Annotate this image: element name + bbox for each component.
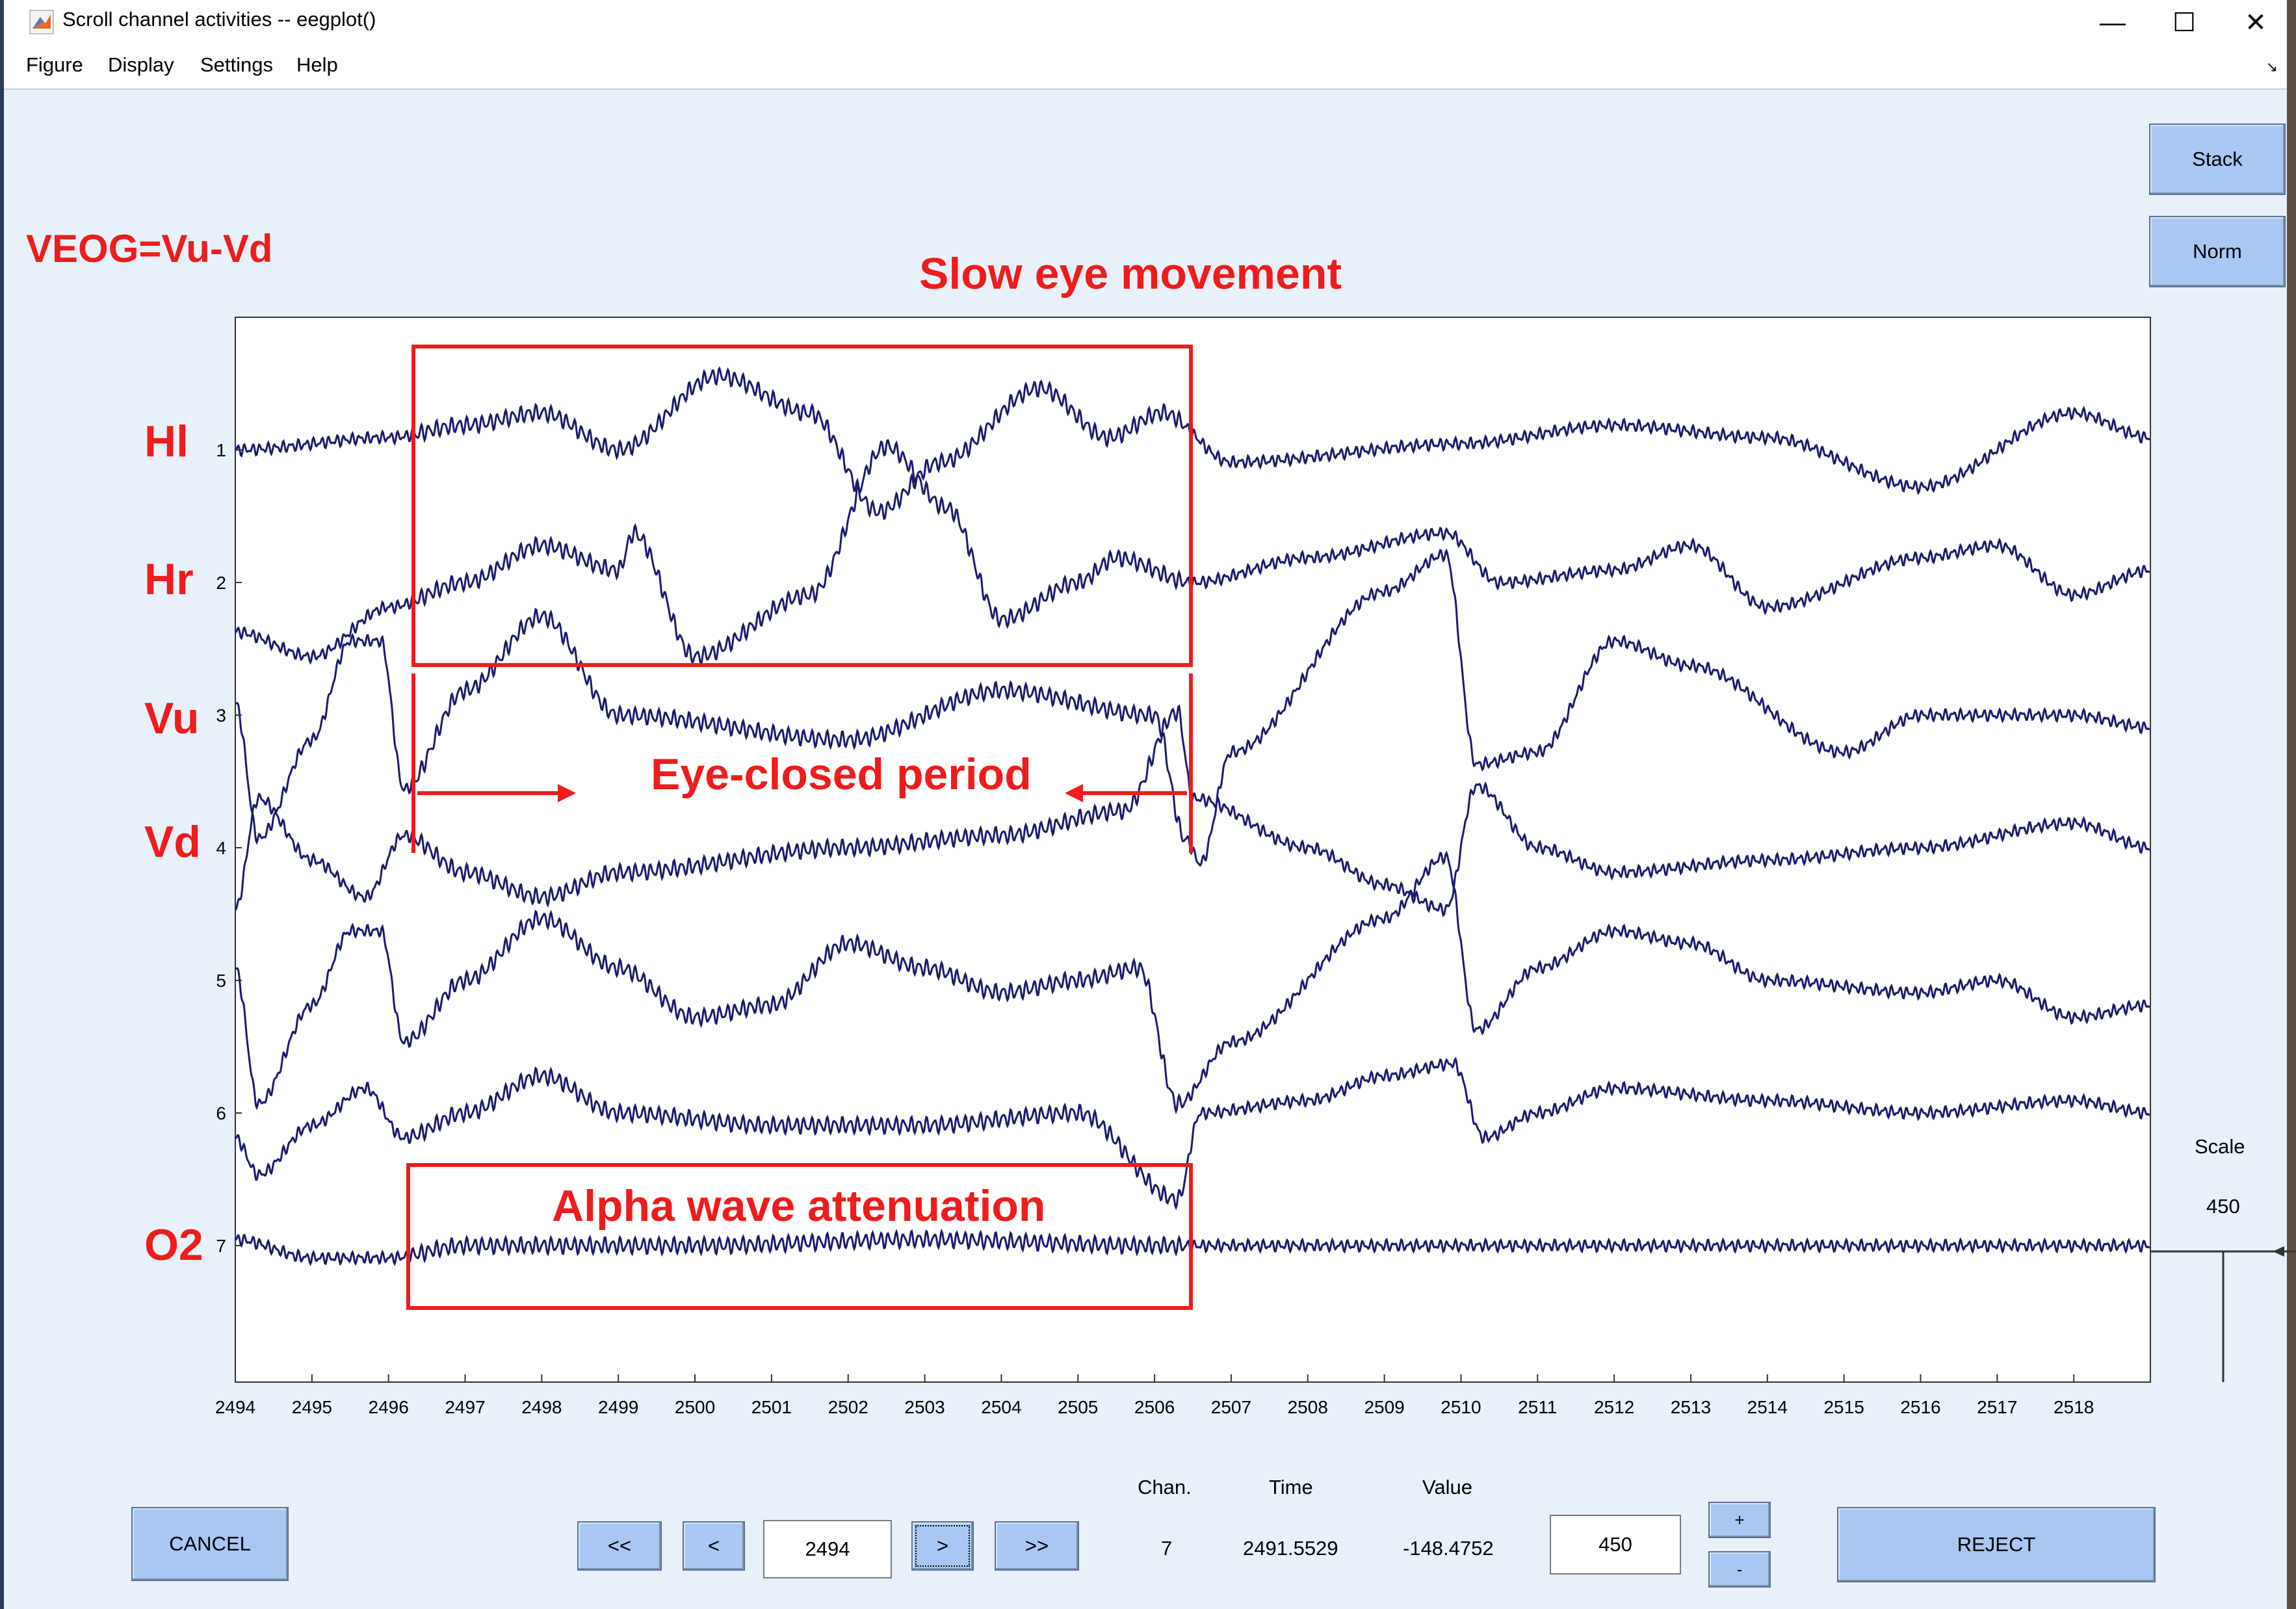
channel-number-label: 6 (216, 1103, 226, 1123)
channel-number-label: 2 (216, 573, 226, 593)
alpha-annotation: Alpha wave attenuation (552, 1181, 1046, 1231)
x-tick-label: 2496 (369, 1397, 409, 1417)
eegplot-window: Scroll channel activities -- eegplot() —… (0, 0, 2296, 1609)
x-tick-label: 2494 (215, 1397, 255, 1417)
minimize-button[interactable]: — (2078, 0, 2148, 46)
x-tick-label: 2510 (1441, 1397, 1481, 1417)
eye-closed-annotation: Eye-closed period (651, 750, 1032, 799)
value-value: -148.4752 (1403, 1537, 1494, 1560)
channel-name-hr: Hr (144, 555, 194, 604)
channel-name-vd: Vd (144, 817, 201, 867)
chan-header: Chan. (1138, 1476, 1192, 1498)
slow-eye-box (411, 345, 1193, 667)
time-header: Time (1269, 1476, 1313, 1498)
channel-number-label: 5 (216, 971, 226, 991)
x-tick-label: 2505 (1058, 1397, 1098, 1417)
right-arrow-head-icon (558, 784, 576, 802)
channel-name-vu: Vu (144, 694, 200, 743)
x-tick-label: 2513 (1671, 1397, 1711, 1417)
scale-label: Scale (2195, 1135, 2245, 1158)
menu-help[interactable]: Help (296, 53, 338, 77)
x-tick-label: 2495 (292, 1397, 332, 1417)
chan-value: 7 (1161, 1537, 1173, 1560)
channel-name-o2: O2 (144, 1220, 203, 1270)
time-value: 2491.5529 (1243, 1537, 1338, 1560)
channel-name-hl: Hl (144, 417, 189, 466)
eeg-trace-channel-6 (235, 1056, 2150, 1210)
veog-annotation: VEOG=Vu-Vd (26, 227, 273, 270)
x-tick-label: 2500 (675, 1397, 715, 1417)
scale-arrow-icon (2273, 1246, 2284, 1257)
plot-area (235, 317, 2151, 1383)
first-page-button[interactable]: << (577, 1521, 662, 1571)
menu-figure[interactable]: Figure (26, 53, 83, 77)
x-tick-label: 2515 (1823, 1397, 1864, 1417)
x-tick-label: 2509 (1364, 1397, 1404, 1417)
slow-eye-annotation: Slow eye movement (919, 249, 1342, 298)
value-header: Value (1422, 1476, 1472, 1498)
eeg-trace-channel-7 (235, 1228, 2150, 1266)
cancel-button[interactable]: CANCEL (131, 1507, 289, 1581)
x-tick-label: 2501 (751, 1397, 792, 1417)
x-tick-label: 2517 (1977, 1397, 2017, 1417)
eeg-trace-channel-5 (235, 850, 2150, 1115)
menu-display[interactable]: Display (108, 53, 174, 77)
title-bar: Scroll channel activities -- eegplot() —… (4, 0, 2287, 46)
prev-page-button[interactable]: < (683, 1521, 745, 1571)
eeg-trace-channel-3 (235, 548, 2150, 867)
scale-value: 450 (2206, 1195, 2240, 1218)
reject-button[interactable]: REJECT (1837, 1507, 2156, 1582)
x-tick-label: 2498 (521, 1397, 562, 1417)
scale-plus-button[interactable]: + (1708, 1502, 1771, 1538)
x-tick-label: 2511 (1518, 1397, 1557, 1417)
x-tick-label: 2516 (1900, 1397, 1940, 1417)
x-tick-label: 2514 (1747, 1397, 1788, 1417)
x-tick-label: 2518 (2054, 1397, 2094, 1417)
last-page-button[interactable]: >> (995, 1521, 1079, 1571)
left-arrow-head-icon (1065, 784, 1083, 802)
eeg-trace-channel-4 (234, 704, 2150, 917)
eeg-trace-channel-2 (235, 439, 2150, 668)
x-tick-label: 2504 (981, 1397, 1021, 1417)
channel-number-label: 7 (216, 1236, 226, 1256)
channel-number-label: 1 (216, 440, 226, 460)
eeg-trace-channel-1 (235, 366, 2150, 521)
x-tick-label: 2508 (1288, 1397, 1328, 1417)
x-tick-label: 2503 (904, 1397, 945, 1417)
eeg-plot: 1 2 3 4 5 6 7 2494 2495 2496 2497 2498 2499 2500 2501… (215, 317, 2296, 1417)
time-input[interactable]: 2494 (763, 1520, 892, 1578)
x-tick-label: 2512 (1594, 1397, 1634, 1417)
dock-arrow-icon[interactable]: ↘ (2266, 59, 2278, 75)
scale-input[interactable]: 450 (1550, 1515, 1681, 1575)
close-button[interactable]: ✕ (2221, 0, 2291, 46)
channel-number-label: 4 (216, 838, 226, 858)
scale-minus-button[interactable]: - (1708, 1551, 1771, 1588)
x-tick-label: 2506 (1134, 1397, 1175, 1417)
menu-bar: Figure Display Settings Help ↘ (4, 46, 2287, 90)
window-title: Scroll channel activities -- eegplot() (62, 8, 376, 31)
next-page-button[interactable]: > (911, 1521, 974, 1571)
x-tick-label: 2497 (445, 1397, 485, 1417)
x-tick-label: 2499 (598, 1397, 638, 1417)
norm-button[interactable]: Norm (2149, 216, 2286, 287)
menu-settings[interactable]: Settings (200, 53, 273, 77)
channel-number-label: 3 (216, 705, 226, 726)
matlab-icon (29, 10, 54, 34)
x-tick-label: 2502 (828, 1397, 868, 1417)
stack-button[interactable]: Stack (2149, 124, 2286, 195)
maximize-button[interactable]: ☐ (2149, 0, 2219, 46)
x-tick-label: 2507 (1211, 1397, 1251, 1417)
